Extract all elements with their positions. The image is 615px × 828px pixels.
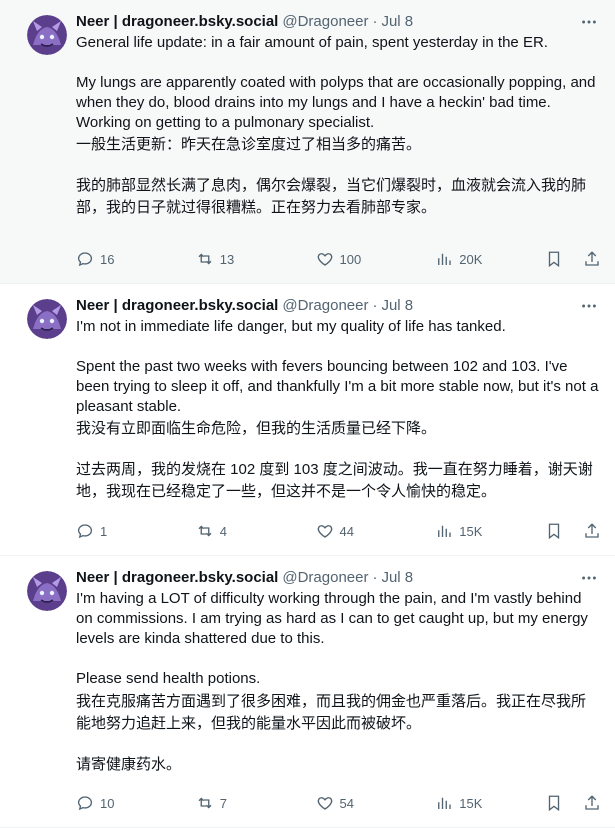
bookmark-icon xyxy=(548,523,560,540)
views-count: 20K xyxy=(459,251,483,267)
tweet-actions: 10 7 54 15K xyxy=(76,793,601,813)
repost-button[interactable]: 13 xyxy=(196,250,276,268)
repost-icon xyxy=(198,253,212,265)
tweet-text: General life update: in a fair amount of… xyxy=(76,33,599,219)
share-button[interactable] xyxy=(583,250,601,268)
tweet-date[interactable]: Jul 8 xyxy=(381,12,413,32)
reply-icon xyxy=(77,796,93,811)
tweet-text: I'm not in immediate life danger, but my… xyxy=(76,317,599,503)
share-button[interactable] xyxy=(583,522,601,540)
bookmark-button[interactable] xyxy=(545,250,563,268)
thread-feed: Neer | dragoneer.bsky.social @Dragoneer … xyxy=(0,0,615,828)
author-handle[interactable]: @Dragoneer xyxy=(282,12,368,32)
repost-button[interactable]: 4 xyxy=(196,522,276,540)
repost-button[interactable]: 7 xyxy=(196,794,276,812)
views-count: 15K xyxy=(459,523,483,539)
like-button[interactable]: 54 xyxy=(316,794,396,812)
repost-icon xyxy=(198,797,212,809)
like-count: 100 xyxy=(339,251,362,267)
tweet-header: Neer | dragoneer.bsky.social @Dragoneer … xyxy=(76,568,599,588)
reply-button[interactable]: 16 xyxy=(76,250,156,268)
like-count: 54 xyxy=(339,795,354,811)
repost-icon xyxy=(198,525,212,537)
heart-icon xyxy=(317,253,332,266)
tweet[interactable]: Neer | dragoneer.bsky.social @Dragoneer … xyxy=(0,556,615,828)
share-icon xyxy=(585,523,599,538)
author-handle[interactable]: @Dragoneer xyxy=(282,568,368,588)
tweet-date[interactable]: Jul 8 xyxy=(381,568,413,588)
more-options-icon[interactable] xyxy=(579,12,599,32)
views-button[interactable]: 15K xyxy=(435,794,505,812)
tweet-paragraph: I'm not in immediate life danger, but my… xyxy=(76,318,506,335)
bookmark-button[interactable] xyxy=(545,522,563,540)
author-name[interactable]: Neer | dragoneer.bsky.social xyxy=(76,296,278,316)
tweet-paragraph: General life update: in a fair amount of… xyxy=(76,34,548,51)
reply-count: 10 xyxy=(100,795,115,811)
repost-count: 7 xyxy=(219,795,227,811)
more-options-icon[interactable] xyxy=(579,568,599,588)
tweet-header: Neer | dragoneer.bsky.social @Dragoneer … xyxy=(76,296,599,316)
separator-dot: · xyxy=(372,297,378,314)
tweet-paragraph: 我的肺部显然长满了息肉，偶尔会爆裂，当它们爆裂时，血液就会流入我的肺部，我的日子… xyxy=(76,177,587,216)
tweet-actions: 1 4 44 15K xyxy=(76,521,601,541)
reply-count: 1 xyxy=(100,523,108,539)
analytics-icon xyxy=(438,525,451,537)
tweet-paragraph: 请寄健康药水。 xyxy=(76,756,182,773)
analytics-icon xyxy=(438,253,451,265)
tweet-actions: 16 13 100 20K xyxy=(76,249,601,269)
tweet-paragraph: 我在克服痛苦方面遇到了很多困难，而且我的佣金也严重落后。我正在尽我所能地努力追赶… xyxy=(76,693,587,732)
tweet-paragraph: I'm having a LOT of difficulty working t… xyxy=(76,590,588,647)
like-button[interactable]: 44 xyxy=(316,522,396,540)
tweet-paragraph: Please send health potions. xyxy=(76,670,261,687)
avatar[interactable] xyxy=(27,571,67,611)
separator-dot: · xyxy=(372,569,378,586)
share-button[interactable] xyxy=(583,794,601,812)
tweet-text: I'm having a LOT of difficulty working t… xyxy=(76,589,599,775)
author-name[interactable]: Neer | dragoneer.bsky.social xyxy=(76,568,278,588)
views-count: 15K xyxy=(459,795,483,811)
heart-icon xyxy=(317,525,332,538)
bookmark-icon xyxy=(548,251,560,268)
like-button[interactable]: 100 xyxy=(316,250,396,268)
heart-icon xyxy=(317,797,332,810)
bookmark-button[interactable] xyxy=(545,794,563,812)
tweet-paragraph: Spent the past two weeks with fevers bou… xyxy=(76,358,599,415)
tweet-date[interactable]: Jul 8 xyxy=(381,296,413,316)
views-button[interactable]: 15K xyxy=(435,522,505,540)
tweet[interactable]: Neer | dragoneer.bsky.social @Dragoneer … xyxy=(0,284,615,556)
like-count: 44 xyxy=(339,523,354,539)
share-icon xyxy=(585,795,599,810)
tweet-header: Neer | dragoneer.bsky.social @Dragoneer … xyxy=(76,12,599,32)
analytics-icon xyxy=(438,797,451,809)
reply-button[interactable]: 1 xyxy=(76,522,156,540)
tweet[interactable]: Neer | dragoneer.bsky.social @Dragoneer … xyxy=(0,0,615,284)
avatar[interactable] xyxy=(27,15,67,55)
repost-count: 4 xyxy=(219,523,227,539)
tweet-paragraph: 过去两周，我的发烧在 102 度到 103 度之间波动。我一直在努力睡着，谢天谢… xyxy=(76,461,593,500)
views-button[interactable]: 20K xyxy=(435,250,505,268)
author-handle[interactable]: @Dragoneer xyxy=(282,296,368,316)
tweet-paragraph: My lungs are apparently coated with poly… xyxy=(76,74,596,131)
author-name[interactable]: Neer | dragoneer.bsky.social xyxy=(76,12,278,32)
repost-count: 13 xyxy=(219,251,235,267)
reply-count: 16 xyxy=(100,251,115,267)
avatar[interactable] xyxy=(27,299,67,339)
more-options-icon[interactable] xyxy=(579,296,599,316)
reply-button[interactable]: 10 xyxy=(76,794,156,812)
tweet-paragraph: 一般生活更新：昨天在急诊室度过了相当多的痛苦。 xyxy=(76,136,422,153)
bookmark-icon xyxy=(548,795,560,812)
share-icon xyxy=(585,251,599,266)
reply-icon xyxy=(77,524,93,539)
tweet-paragraph: 我没有立即面临生命危险，但我的生活质量已经下降。 xyxy=(76,420,437,437)
separator-dot: · xyxy=(372,13,378,30)
reply-icon xyxy=(77,252,93,267)
